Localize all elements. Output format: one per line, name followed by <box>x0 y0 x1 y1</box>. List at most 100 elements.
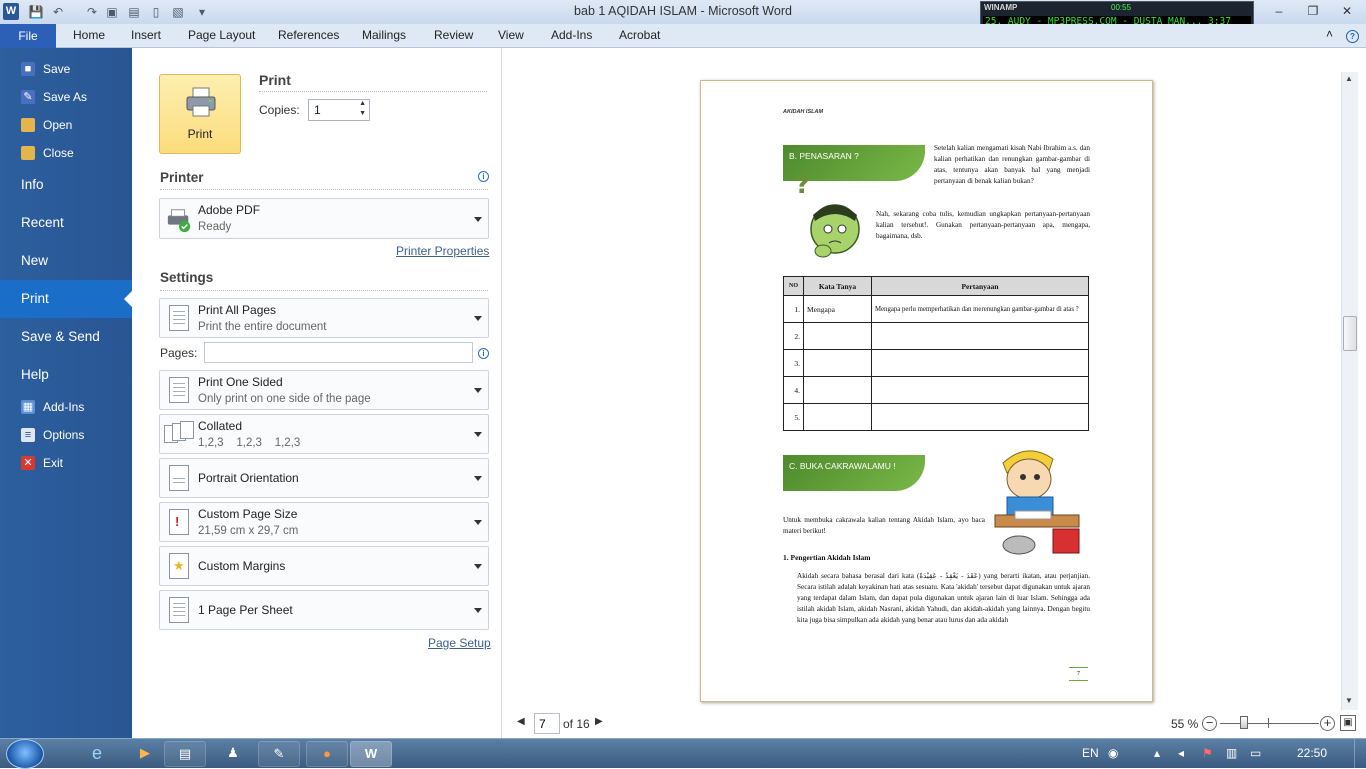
volume-icon[interactable]: ◂ <box>1178 746 1184 760</box>
tab-review[interactable]: Review <box>434 28 473 42</box>
nav-recent[interactable]: Recent <box>0 204 132 242</box>
help-icon[interactable]: ? <box>1346 30 1359 43</box>
internet-explorer-icon[interactable]: e <box>76 741 118 767</box>
zoom-slider-thumb[interactable] <box>1240 716 1248 729</box>
printer-icon <box>186 87 216 117</box>
pages-info-icon[interactable]: i <box>478 348 489 359</box>
nav-help[interactable]: Help <box>0 356 132 394</box>
pages-input[interactable] <box>204 342 473 363</box>
printer-info-icon[interactable]: i <box>478 171 489 182</box>
minimize-icon[interactable]: – <box>1266 2 1292 20</box>
paragraph-3: Untuk membuka cakrawala kalian tentang A… <box>783 516 985 535</box>
tab-acrobat[interactable]: Acrobat <box>619 28 660 42</box>
action-center-icon[interactable]: ⚑ <box>1202 746 1213 760</box>
nav-info[interactable]: Info <box>0 166 132 204</box>
firefox-icon[interactable]: ● <box>306 741 348 767</box>
previous-page-icon[interactable]: ◀ <box>517 716 525 727</box>
table-header-no: NO <box>783 276 804 296</box>
page-setup-link[interactable]: Page Setup <box>428 636 491 650</box>
table-cell <box>803 376 872 404</box>
media-player-icon[interactable]: ▶ <box>124 741 166 767</box>
reading-boy-illustration <box>994 450 1080 555</box>
nav-add-ins[interactable]: ▦ Add-Ins <box>0 394 132 420</box>
tab-add-ins[interactable]: Add-Ins <box>551 28 592 42</box>
copies-label: Copies: <box>259 103 300 117</box>
next-page-icon[interactable]: ▶ <box>595 716 603 727</box>
restore-icon[interactable]: ❐ <box>1300 2 1326 20</box>
app-icon[interactable]: ♟ <box>212 741 254 767</box>
clock[interactable]: 22:50 <box>1297 746 1327 760</box>
table-cell: 1. <box>783 295 804 323</box>
table-cell: 4. <box>783 376 804 404</box>
nav-new[interactable]: New <box>0 242 132 280</box>
power-icon[interactable]: ▭ <box>1250 746 1261 760</box>
vertical-scrollbar[interactable]: ▲ ▼ <box>1341 72 1358 710</box>
printer-dropdown[interactable]: Adobe PDF Ready <box>159 198 489 239</box>
nav-save[interactable]: ■ Save <box>0 56 132 82</box>
network-icon[interactable]: ◉ <box>1108 746 1118 760</box>
zoom-to-page-icon[interactable]: ▣ <box>1340 715 1356 731</box>
devices-icon[interactable]: ▥ <box>1226 746 1237 760</box>
tab-references[interactable]: References <box>278 28 339 42</box>
backstage-nav: ■ Save ✎ Save As Open Close Info Recent … <box>0 48 132 738</box>
scroll-up-icon[interactable]: ▲ <box>1345 74 1353 83</box>
print-range-title: Print All Pages <box>198 303 277 317</box>
nav-exit[interactable]: ✕ Exit <box>0 450 132 476</box>
copies-up-icon[interactable]: ▲ <box>359 100 366 107</box>
paragraph-1: Setelah kalian mengamati kisah Nabi Ibra… <box>934 144 1090 185</box>
start-button-icon[interactable] <box>6 739 44 769</box>
nav-save-as[interactable]: ✎ Save As <box>0 84 132 110</box>
table-cell <box>871 322 1089 350</box>
table-row: 1. Mengapa Mengapa perlu memperhatikan d… <box>783 295 1089 323</box>
copies-value: 1 <box>314 103 321 117</box>
scroll-down-icon[interactable]: ▼ <box>1345 696 1353 705</box>
winamp-time: 00:55 <box>1111 3 1132 12</box>
show-hidden-icons-icon[interactable]: ▴ <box>1154 746 1160 760</box>
collation-dropdown[interactable]: Collated 1,2,3 1,2,3 1,2,3 <box>159 414 489 454</box>
nav-options[interactable]: ≡ Options <box>0 422 132 448</box>
page-size-dropdown[interactable]: ! Custom Page Size 21,59 cm x 29,7 cm <box>159 502 489 542</box>
pages-per-sheet-dropdown[interactable]: 1 Page Per Sheet <box>159 590 489 630</box>
word-taskbar-icon[interactable]: W <box>350 741 392 767</box>
tab-file[interactable]: File <box>0 24 56 48</box>
zoom-in-icon[interactable]: + <box>1320 716 1335 731</box>
copies-spinner[interactable]: 1 ▲ ▼ <box>308 99 370 121</box>
tab-view[interactable]: View <box>498 28 524 42</box>
copies-down-icon[interactable]: ▼ <box>359 110 366 117</box>
nav-close[interactable]: Close <box>0 140 132 166</box>
tab-mailings[interactable]: Mailings <box>362 28 406 42</box>
scrollbar-thumb[interactable] <box>1343 316 1357 351</box>
print-button[interactable]: Print <box>159 74 241 154</box>
tab-page-layout[interactable]: Page Layout <box>188 28 255 42</box>
tab-insert[interactable]: Insert <box>131 28 161 42</box>
printer-properties-link[interactable]: Printer Properties <box>396 244 489 258</box>
table-cell: 3. <box>783 349 804 377</box>
expand-ribbon-icon[interactable]: ˄ <box>1326 27 1333 41</box>
margins-dropdown[interactable]: ★ Custom Margins <box>159 546 489 586</box>
current-page-input[interactable] <box>534 713 560 734</box>
settings-heading: Settings <box>160 270 214 285</box>
pen-tool-icon[interactable]: ✎ <box>258 741 300 767</box>
zoom-slider[interactable] <box>1220 723 1319 724</box>
nav-open[interactable]: Open <box>0 112 132 138</box>
print-range-dropdown[interactable]: Print All Pages Print the entire documen… <box>159 298 489 338</box>
chevron-down-icon <box>474 216 482 222</box>
language-indicator[interactable]: EN <box>1082 746 1099 760</box>
nav-save-send[interactable]: Save & Send <box>0 318 132 356</box>
sides-dropdown[interactable]: Print One Sided Only print on one side o… <box>159 370 489 410</box>
show-desktop-button[interactable] <box>1354 739 1366 769</box>
nav-save-as-label: Save As <box>43 90 88 104</box>
paragraph-4: Akidah secara bahasa berasal dari kata (… <box>797 572 1090 624</box>
zoom-out-icon[interactable]: − <box>1202 716 1217 731</box>
divider <box>259 91 487 92</box>
orientation-dropdown[interactable]: Portrait Orientation <box>159 458 489 498</box>
page-number: 7 <box>1069 667 1088 681</box>
nav-print[interactable]: Print <box>0 280 132 318</box>
open-folder-icon <box>21 118 35 132</box>
file-explorer-icon[interactable]: ▤ <box>164 741 206 767</box>
close-folder-icon <box>21 146 35 160</box>
zoom-level[interactable]: 55 % <box>1171 717 1198 731</box>
close-icon[interactable]: ✕ <box>1334 2 1360 20</box>
tab-home[interactable]: Home <box>73 28 105 42</box>
table-cell: Mengapa perlu memperhatikan dan merenung… <box>871 295 1089 323</box>
